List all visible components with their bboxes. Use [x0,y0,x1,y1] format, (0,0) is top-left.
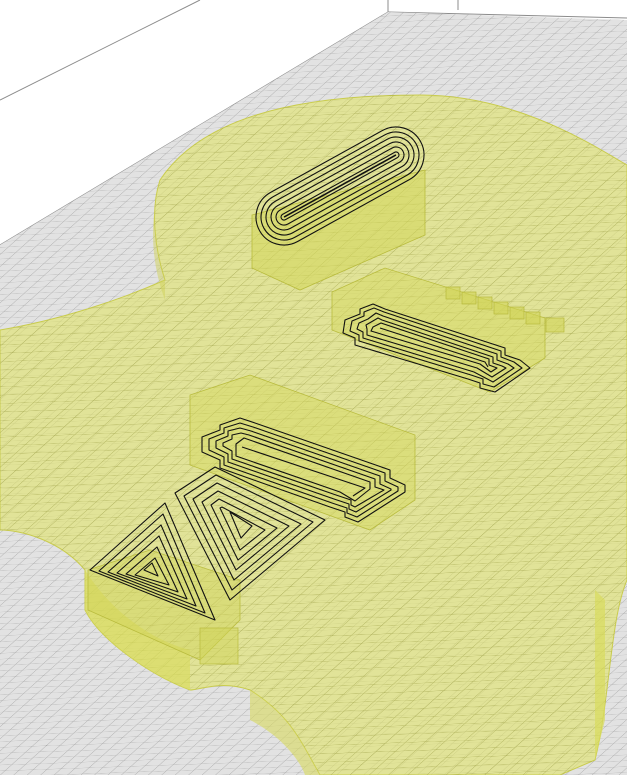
scene-canvas[interactable] [0,0,627,775]
3d-viewport[interactable] [0,0,627,775]
